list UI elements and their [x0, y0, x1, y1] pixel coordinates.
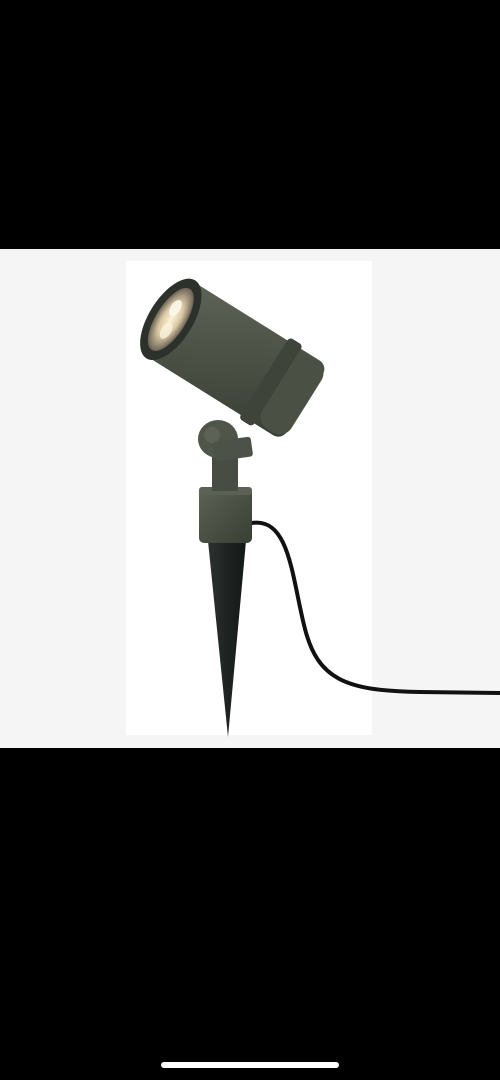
home-indicator-bar[interactable] — [161, 1062, 339, 1068]
image-viewer-screen — [0, 0, 500, 1080]
product-photo[interactable] — [0, 249, 500, 748]
power-cable — [250, 520, 500, 695]
garden-spotlight-illustration — [140, 278, 500, 737]
ground-stake — [208, 541, 246, 737]
stake-collar — [199, 487, 252, 543]
